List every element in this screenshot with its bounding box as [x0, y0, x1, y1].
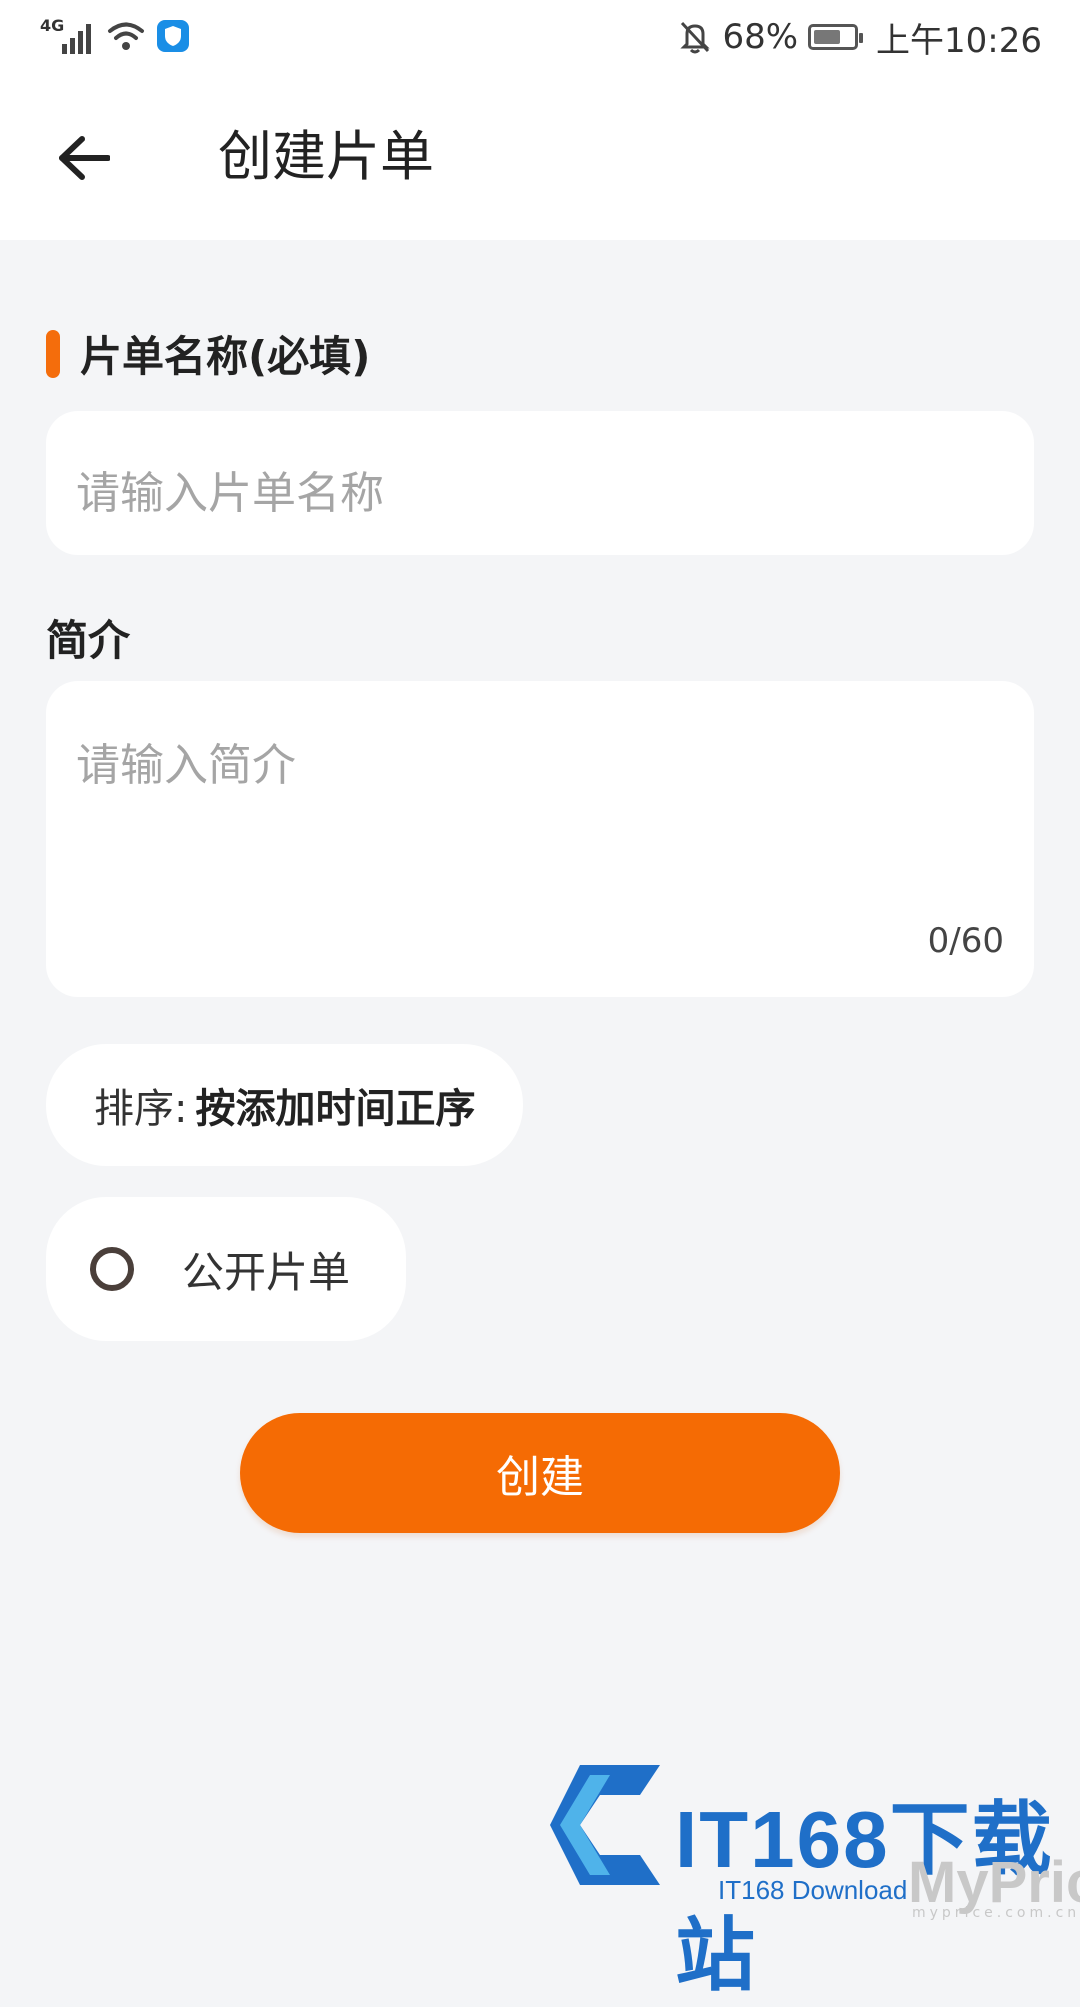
watermark-url: myprice.com.cn	[912, 1905, 1080, 1921]
intro-textarea[interactable]: 请输入简介 0/60	[46, 681, 1034, 997]
bell-off-icon	[680, 21, 711, 54]
page-title: 创建片单	[218, 125, 434, 188]
public-label: 公开片单	[182, 1247, 351, 1297]
arrow-left-icon	[59, 136, 110, 180]
watermark-sub: IT168 Download	[718, 1875, 908, 1905]
intro-label-row: 简介	[46, 607, 130, 668]
name-input[interactable]: 请输入片单名称	[46, 411, 1034, 555]
intro-label: 简介	[46, 616, 131, 665]
status-right: 68% 上午10:26	[678, 12, 1042, 62]
top-area: 4G 68% 上午10:26 创建片单	[0, 0, 1080, 240]
name-label-row: 片单名称(必填)	[46, 323, 370, 384]
status-left: 4G	[40, 14, 190, 58]
battery-fill	[814, 30, 841, 44]
battery-icon	[808, 24, 864, 50]
sort-selector[interactable]: 排序: 按添加时间正序	[46, 1044, 524, 1166]
app-header: 创建片单	[0, 90, 1080, 220]
name-placeholder: 请输入片单名称	[76, 468, 384, 519]
status-bar: 4G 68% 上午10:26	[0, 0, 1080, 75]
sort-value: 按添加时间正序	[195, 1086, 476, 1132]
clock: 上午10:26	[876, 20, 1042, 61]
char-counter: 0/60	[927, 921, 1004, 961]
battery-percent: 68%	[722, 17, 799, 57]
shield-app-icon	[157, 20, 189, 52]
watermark: IT168下载站 IT168 Download MyPrice myprice.…	[540, 1735, 1080, 2000]
public-toggle[interactable]: 公开片单	[46, 1197, 407, 1341]
wifi-icon	[108, 22, 144, 50]
intro-placeholder: 请输入简介	[76, 740, 296, 791]
back-button[interactable]	[56, 130, 112, 186]
accent-bar	[46, 329, 60, 378]
public-radio[interactable]	[90, 1247, 134, 1291]
cell-signal-icon: 4G	[40, 16, 96, 56]
sort-prefix: 排序:	[94, 1086, 188, 1132]
create-button[interactable]: 创建	[240, 1413, 840, 1533]
name-label: 片单名称(必填)	[80, 332, 371, 381]
